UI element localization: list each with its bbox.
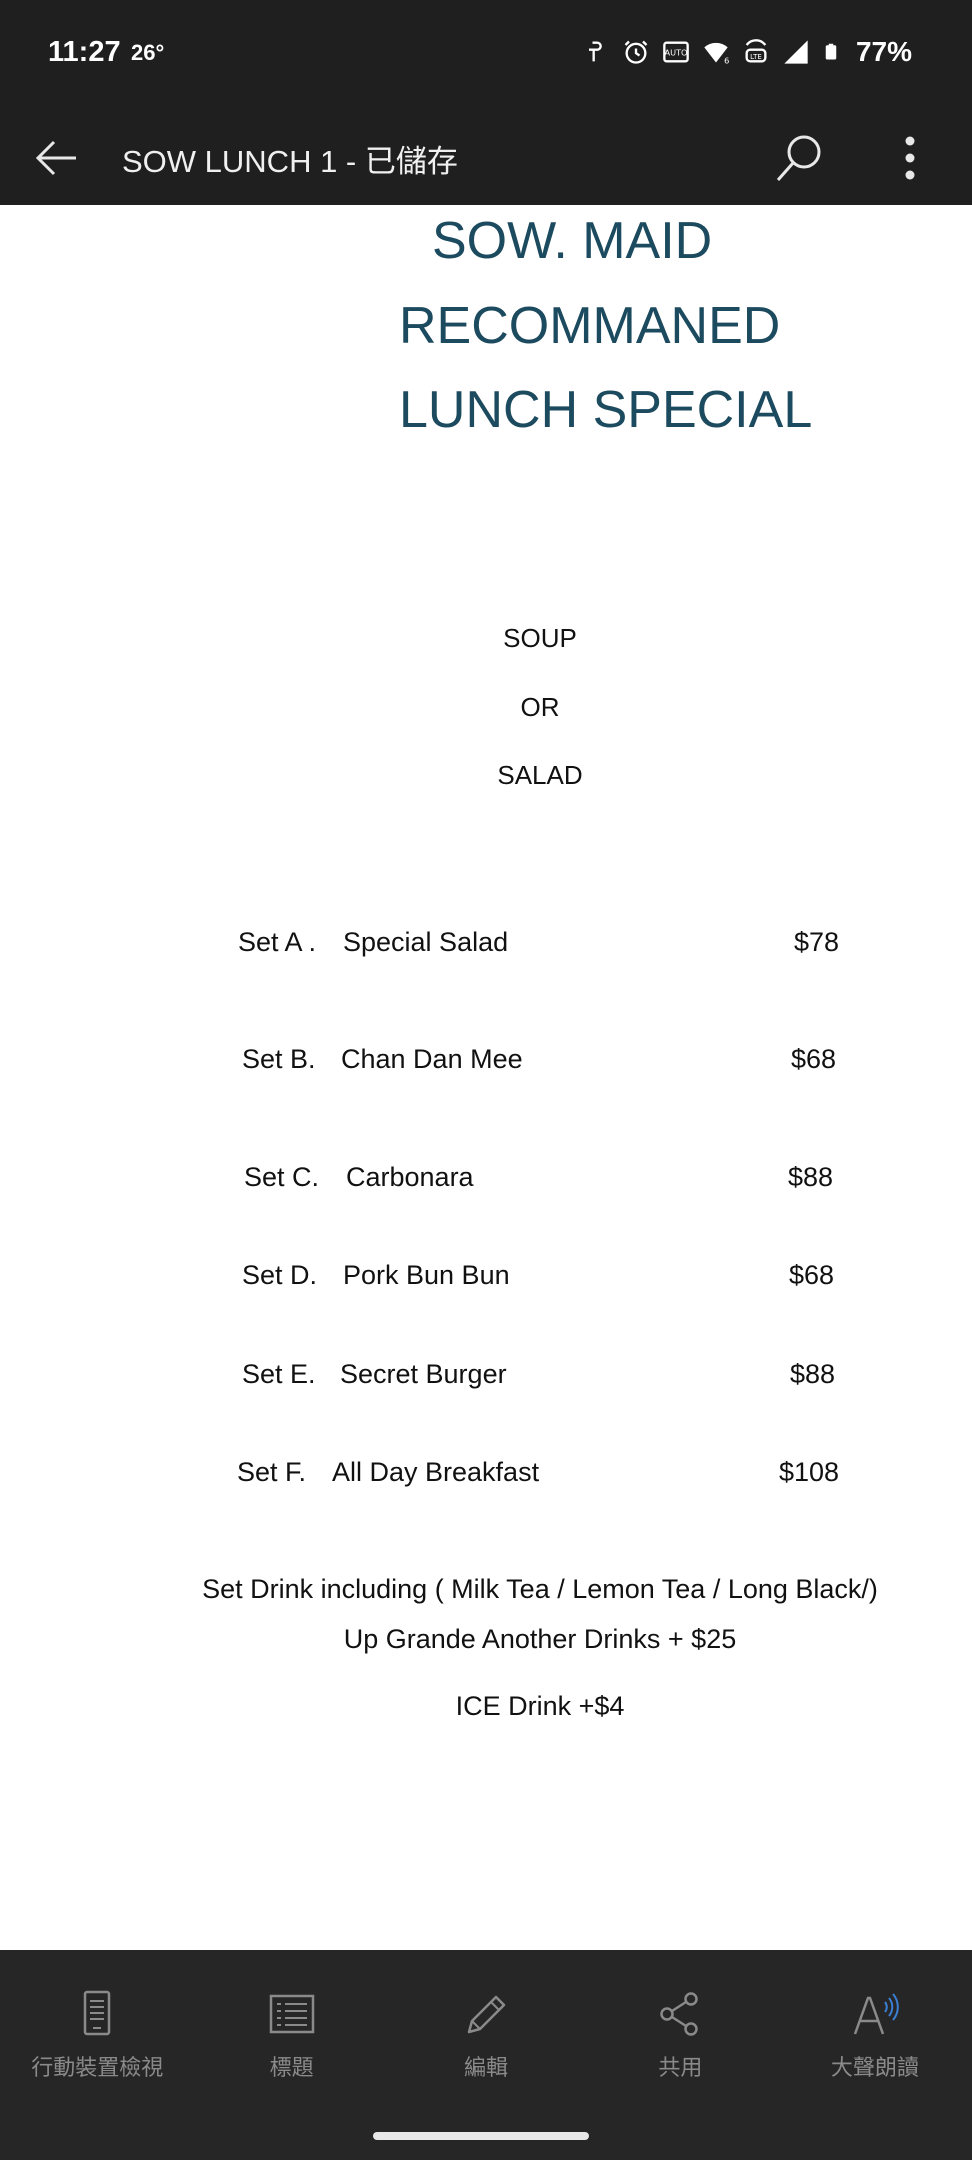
choice-soup: SOUP bbox=[503, 623, 577, 653]
read-aloud-label: 大聲朗讀 bbox=[830, 2055, 919, 2080]
read-aloud-icon bbox=[853, 1993, 899, 2035]
battery-icon bbox=[825, 43, 837, 60]
status-bar: 11:27 26° AUTO 6 LTE 77% bbox=[0, 0, 972, 110]
temperature: 26° bbox=[131, 40, 165, 65]
headings-label: 標題 bbox=[269, 2055, 314, 2080]
wifi-6-icon: 6 bbox=[704, 42, 729, 66]
menu-set-label: Set F. bbox=[237, 1457, 307, 1487]
menu-price: $68 bbox=[791, 1044, 837, 1074]
svg-text:6: 6 bbox=[724, 56, 729, 66]
read-aloud-button[interactable]: 大聲朗讀 bbox=[778, 1950, 972, 2110]
choice-salad: SALAD bbox=[497, 760, 583, 790]
menu-dish-name: Pork Bun Bun bbox=[343, 1260, 510, 1290]
svg-text:LTE: LTE bbox=[750, 53, 762, 61]
menu-price: $68 bbox=[789, 1260, 835, 1290]
battery-percent: 77% bbox=[855, 36, 912, 67]
volte-icon: LTE bbox=[745, 39, 767, 63]
mobile-view-button[interactable]: 行動裝置檢視 bbox=[0, 1950, 194, 2110]
hotspot-icon bbox=[588, 41, 602, 62]
bottom-toolbar: 行動裝置檢視 標題 編輯 共用 大聲朗讀 bbox=[0, 1950, 972, 2110]
pencil-icon bbox=[467, 1995, 506, 2034]
share-label: 共用 bbox=[658, 2055, 703, 2080]
headings-button[interactable]: 標題 bbox=[194, 1950, 388, 2110]
set-drink-note: Set Drink including ( Milk Tea / Lemon T… bbox=[202, 1574, 878, 1604]
back-arrow-icon[interactable] bbox=[28, 128, 88, 188]
clock: 11:27 bbox=[48, 36, 121, 68]
mobile-view-label: 行動裝置檢視 bbox=[31, 2055, 164, 2080]
menu-dish-name: Chan Dan Mee bbox=[341, 1044, 523, 1074]
alarm-icon bbox=[624, 40, 648, 64]
document-title: SOW LUNCH 1 - 已儲存 bbox=[122, 144, 458, 179]
signal-icon bbox=[784, 40, 808, 64]
headings-icon bbox=[269, 1994, 314, 2034]
search-icon[interactable] bbox=[770, 128, 830, 188]
menu-set-label: Set E. bbox=[242, 1359, 316, 1389]
menu-set-label: Set C. bbox=[244, 1162, 320, 1192]
document-page[interactable]: SOW. MAID RECOMMANED LUNCH SPECIAL SOUP … bbox=[0, 205, 972, 1950]
share-button[interactable]: 共用 bbox=[583, 1950, 777, 2110]
auto-hd-icon: AUTO bbox=[663, 41, 689, 63]
app-bar: SOW LUNCH 1 - 已儲存 bbox=[0, 110, 972, 205]
edit-button[interactable]: 編輯 bbox=[389, 1950, 583, 2110]
choice-or: OR bbox=[520, 692, 560, 722]
menu-price: $88 bbox=[788, 1162, 834, 1192]
upgrade-drink-note: Up Grande Another Drinks + $25 bbox=[343, 1624, 737, 1654]
menu-price: $108 bbox=[779, 1457, 840, 1487]
mobile-view-icon bbox=[83, 1990, 111, 2036]
menu-dish-name: All Day Breakfast bbox=[332, 1457, 540, 1487]
heading-line-3: LUNCH SPECIAL bbox=[399, 381, 813, 439]
more-vert-icon[interactable] bbox=[880, 128, 940, 188]
menu-price: $78 bbox=[794, 927, 840, 957]
menu-dish-name: Special Salad bbox=[343, 927, 509, 957]
ice-drink-note: ICE Drink +$4 bbox=[455, 1691, 625, 1721]
menu-set-label: Set D. bbox=[242, 1260, 318, 1290]
status-icons: AUTO 6 LTE 77% bbox=[582, 36, 912, 68]
heading-line-2: RECOMMANED bbox=[399, 297, 781, 355]
system-nav-bar bbox=[0, 2110, 972, 2160]
menu-dish-name: Secret Burger bbox=[340, 1359, 507, 1389]
svg-text:AUTO: AUTO bbox=[664, 48, 687, 58]
share-icon bbox=[660, 1992, 699, 2036]
menu-set-label: Set A . bbox=[238, 927, 317, 957]
heading-line-1: SOW. MAID bbox=[432, 212, 713, 270]
menu-set-label: Set B. bbox=[242, 1044, 316, 1074]
home-gesture-handle[interactable] bbox=[373, 2132, 589, 2140]
menu-price: $88 bbox=[790, 1359, 836, 1389]
edit-label: 編輯 bbox=[464, 2055, 509, 2080]
menu-dish-name: Carbonara bbox=[346, 1162, 474, 1192]
